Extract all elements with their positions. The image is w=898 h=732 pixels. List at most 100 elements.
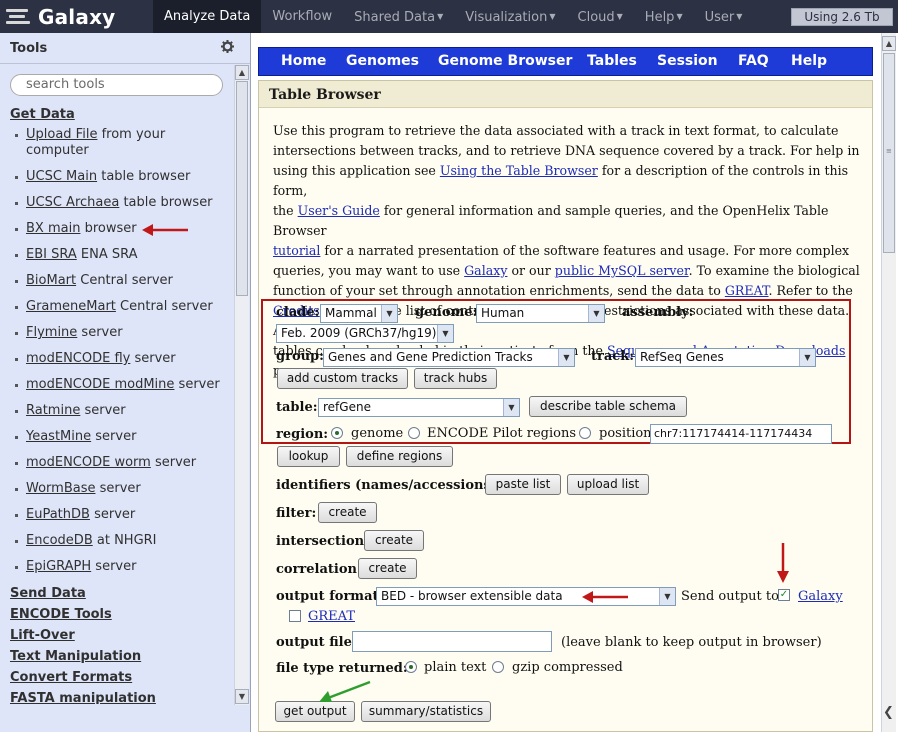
filter-create-button[interactable]: create: [318, 502, 377, 523]
galaxy-link[interactable]: Galaxy: [798, 589, 843, 604]
nav-item-cloud[interactable]: Cloud ▼: [567, 0, 634, 33]
scroll-up-icon[interactable]: ▲: [882, 36, 896, 51]
upload-list-button[interactable]: upload list: [567, 474, 649, 495]
brand[interactable]: Galaxy: [6, 5, 115, 29]
intro-link[interactable]: Using the Table Browser: [440, 163, 598, 178]
nav-item-workflow[interactable]: Workflow: [261, 0, 343, 33]
ucsc-nav-session[interactable]: Session: [657, 53, 718, 69]
output-file-input[interactable]: [352, 631, 552, 652]
position-input[interactable]: chr7:117174414-117174434: [650, 424, 832, 444]
intro-line: using this application see Using the Tab…: [273, 161, 865, 201]
great-link[interactable]: GREAT: [308, 609, 355, 624]
ucsc-nav-genomes[interactable]: Genomes: [346, 53, 419, 69]
gzip-radio[interactable]: [492, 661, 504, 673]
tool-description: ENA SRA: [76, 247, 138, 262]
intro-link[interactable]: Galaxy: [464, 263, 507, 278]
bullet-icon: [15, 540, 18, 543]
tool-link[interactable]: BioMart: [26, 273, 76, 288]
red-arrow-bx-main: [142, 224, 188, 236]
tool-link[interactable]: EncodeDB: [26, 533, 93, 548]
tool-link[interactable]: modENCODE worm: [26, 455, 151, 470]
intro-link[interactable]: tutorial: [273, 243, 320, 258]
tool-link[interactable]: GrameneMart: [26, 299, 116, 314]
intro-text-run: . To examine the biological: [688, 263, 860, 278]
describe-table-schema-button[interactable]: describe table schema: [529, 396, 687, 417]
quota-meter[interactable]: Using 2.6 Tb: [791, 8, 893, 26]
correlation-create-button[interactable]: create: [358, 558, 417, 579]
assembly-select[interactable]: Feb. 2009 (GRCh37/hg19) ▼: [276, 324, 454, 343]
genome-select[interactable]: Human ▼: [476, 304, 605, 323]
panel-title: Table Browser: [269, 87, 381, 103]
tool-description: server: [91, 429, 137, 444]
nav-item-user[interactable]: User ▼: [694, 0, 754, 33]
search-tools-input[interactable]: search tools: [10, 74, 223, 96]
summary-statistics-button[interactable]: summary/statistics: [361, 701, 491, 722]
tool-link[interactable]: BX main: [26, 221, 80, 236]
tool-section-link[interactable]: Convert Formats: [10, 670, 132, 685]
gear-icon[interactable]: [221, 40, 234, 57]
intro-link[interactable]: User's Guide: [298, 203, 380, 218]
intersection-create-button[interactable]: create: [364, 530, 424, 551]
tool-section-link[interactable]: Send Data: [10, 586, 86, 601]
scroll-thumb[interactable]: [236, 81, 248, 296]
tool-link[interactable]: Ratmine: [26, 403, 80, 418]
nav-item-help[interactable]: Help ▼: [634, 0, 694, 33]
nav-item-label: Cloud: [577, 10, 615, 25]
clade-select[interactable]: Mammal ▼: [320, 304, 398, 323]
tool-link[interactable]: modENCODE modMine: [26, 377, 174, 392]
nav-item-visualization[interactable]: Visualization ▼: [454, 0, 566, 33]
ucsc-nav-tables[interactable]: Tables: [587, 53, 637, 69]
lookup-button[interactable]: lookup: [277, 446, 340, 467]
tool-section-link[interactable]: Get Data: [10, 107, 75, 122]
plain-text-radio[interactable]: [405, 661, 417, 673]
ucsc-nav-faq[interactable]: FAQ: [738, 53, 769, 69]
tool-section-link[interactable]: FASTA manipulation: [10, 691, 156, 704]
track-select[interactable]: RefSeq Genes ▼: [635, 348, 816, 367]
tool-description: server: [80, 403, 126, 418]
intro-link[interactable]: GREAT: [725, 283, 769, 298]
add-custom-tracks-button[interactable]: add custom tracks: [277, 368, 408, 389]
intro-line: tutorial for a narrated presentation of …: [273, 241, 865, 261]
region-position-radio[interactable]: [579, 427, 591, 439]
table-select[interactable]: refGene ▼: [318, 398, 520, 417]
output-format-select[interactable]: BED - browser extensible data ▼: [376, 587, 676, 606]
center-scrollbar[interactable]: ▲ ≡ ❮: [881, 33, 896, 732]
ucsc-nav-help[interactable]: Help: [791, 53, 827, 69]
tool-section-link[interactable]: ENCODE Tools: [10, 607, 112, 622]
tool-link[interactable]: UCSC Archaea: [26, 195, 119, 210]
group-select[interactable]: Genes and Gene Prediction Tracks ▼: [323, 348, 575, 367]
ucsc-nav-genome-browser[interactable]: Genome Browser: [438, 53, 572, 69]
tool-link[interactable]: EpiGRAPH: [26, 559, 91, 574]
tool-link[interactable]: EBI SRA: [26, 247, 77, 262]
tool-link[interactable]: Flymine: [26, 325, 77, 340]
tool-link[interactable]: modENCODE fly: [26, 351, 130, 366]
great-checkbox[interactable]: [289, 610, 301, 622]
scroll-thumb[interactable]: ≡: [883, 53, 895, 253]
ucsc-nav-home[interactable]: Home: [281, 53, 326, 69]
nav-item-analyze-data[interactable]: Analyze Data: [153, 0, 262, 33]
intro-link[interactable]: public MySQL server: [555, 263, 689, 278]
track-hubs-button[interactable]: track hubs: [414, 368, 497, 389]
scroll-up-icon[interactable]: ▲: [235, 65, 249, 80]
region-encode-radio[interactable]: [408, 427, 420, 439]
tool-link[interactable]: YeastMine: [26, 429, 91, 444]
tool-panel-scrollbar[interactable]: ▲ ▼: [234, 65, 249, 705]
collapse-right-icon[interactable]: ❮: [883, 705, 894, 720]
scroll-down-icon[interactable]: ▼: [235, 689, 249, 704]
region-genome-radio[interactable]: [331, 427, 343, 439]
tool-panel-header: Tools: [0, 33, 250, 64]
paste-list-button[interactable]: paste list: [485, 474, 561, 495]
tool-section-link[interactable]: Text Manipulation: [10, 649, 141, 664]
tool-link[interactable]: EuPathDB: [26, 507, 90, 522]
tool-link[interactable]: Upload File: [26, 127, 97, 142]
tool-section-link[interactable]: Lift-Over: [10, 628, 75, 643]
tool-link[interactable]: UCSC Main: [26, 169, 97, 184]
correlation-label: correlation:: [276, 562, 362, 577]
genome-label: genome:: [415, 305, 478, 320]
tool-link[interactable]: WormBase: [26, 481, 95, 496]
define-regions-button[interactable]: define regions: [346, 446, 453, 467]
nav-item-shared-data[interactable]: Shared Data ▼: [343, 0, 454, 33]
tool-item: GrameneMart Central server: [26, 299, 213, 315]
nav-item-label: User: [704, 10, 735, 25]
galaxy-checkbox[interactable]: ✓: [778, 589, 790, 601]
